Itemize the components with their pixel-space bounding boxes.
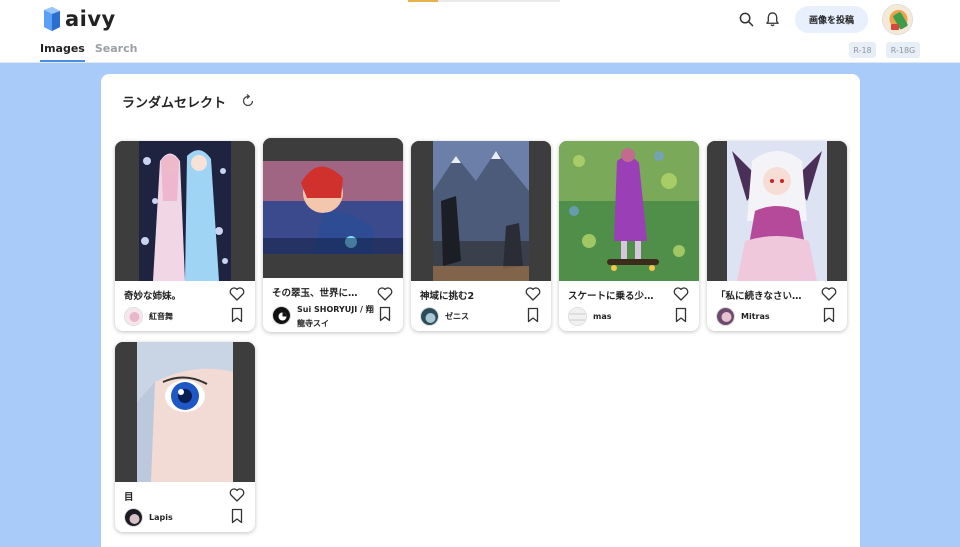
card-thumbnail[interactable] [263, 138, 403, 278]
author-name: 紅音舞 [149, 311, 173, 321]
search-icon[interactable] [736, 9, 756, 29]
card-thumbnail[interactable] [115, 342, 255, 482]
image-card[interactable]: 「私に続きなさい… Mitras [707, 141, 847, 331]
like-heart-icon[interactable] [229, 286, 245, 302]
image-card[interactable]: 目 Lapis [115, 342, 255, 532]
card-author[interactable]: Mitras [716, 306, 770, 326]
card-author[interactable]: Lapis [124, 507, 173, 527]
like-heart-icon[interactable] [821, 286, 837, 302]
card-title: その翠玉、世界に… [272, 288, 358, 299]
logo-cube-icon [40, 7, 62, 31]
tab-images[interactable]: Images [40, 42, 85, 62]
section-title: ランダムセレクト [122, 96, 227, 111]
author-name: ゼニス [445, 311, 469, 321]
author-avatar [124, 306, 143, 326]
image-card[interactable]: 奇妙な姉妹。 紅音舞 [115, 141, 255, 331]
author-avatar [716, 306, 735, 326]
card-thumbnail[interactable] [115, 141, 255, 281]
card-thumbnail[interactable] [707, 141, 847, 281]
author-name: Mitras [741, 311, 770, 321]
card-title: 「私に続きなさい… [716, 291, 802, 302]
top-header: aivy Images Search 画像を投稿 R-18 R-18G [0, 0, 960, 63]
refresh-icon[interactable] [241, 93, 255, 107]
card-title: 神域に挑む2 [420, 291, 475, 302]
bookmark-icon[interactable] [230, 307, 244, 323]
image-card[interactable]: 神域に挑む2 ゼニス [411, 141, 551, 331]
loading-progress-bar [408, 0, 560, 2]
bookmark-icon[interactable] [822, 307, 836, 323]
card-author[interactable]: 紅音舞 [124, 306, 173, 326]
card-title: 奇妙な姉妹。 [124, 291, 182, 302]
like-heart-icon[interactable] [673, 286, 689, 302]
image-card[interactable]: その翠玉、世界に… Sui SHORYUJI / 翔龍寺スイ [263, 138, 403, 332]
author-name: Sui SHORYUJI / 翔龍寺スイ [297, 305, 374, 328]
card-thumbnail[interactable] [559, 141, 699, 281]
card-author[interactable]: mas [568, 306, 612, 326]
app-logo[interactable]: aivy [40, 6, 116, 32]
like-heart-icon[interactable] [229, 487, 245, 503]
author-avatar [272, 306, 291, 325]
main-nav-tabs: Images Search [40, 42, 137, 62]
author-avatar [420, 306, 439, 326]
logo-text: aivy [65, 7, 116, 31]
card-thumbnail[interactable] [411, 141, 551, 281]
tab-search[interactable]: Search [95, 42, 138, 62]
author-name: mas [593, 311, 612, 321]
card-title: スケートに乗る少… [568, 291, 654, 302]
rating-r18g-badge[interactable]: R-18G [886, 42, 920, 58]
author-avatar [568, 306, 587, 326]
rating-r18-badge[interactable]: R-18 [849, 42, 876, 58]
user-avatar[interactable] [882, 4, 913, 35]
like-heart-icon[interactable] [377, 286, 393, 302]
card-author[interactable]: Sui SHORYUJI / 翔龍寺スイ [272, 303, 375, 331]
like-heart-icon[interactable] [525, 286, 541, 302]
author-avatar [124, 507, 143, 527]
bookmark-icon[interactable] [526, 307, 540, 323]
card-author[interactable]: ゼニス [420, 306, 469, 326]
author-name: Lapis [149, 512, 173, 522]
notification-bell-icon[interactable] [762, 9, 782, 29]
bookmark-icon[interactable] [230, 508, 244, 524]
image-card[interactable]: スケートに乗る少… mas [559, 141, 699, 331]
random-select-panel: ランダムセレクト 奇妙な姉妹。 紅音舞 その翠玉、世界に… Sui SHORYU… [101, 74, 860, 547]
post-image-button[interactable]: 画像を投稿 [795, 6, 868, 33]
card-title: 目 [124, 492, 134, 503]
bookmark-icon[interactable] [674, 307, 688, 323]
bookmark-icon[interactable] [378, 306, 392, 322]
loading-progress-fill [408, 0, 439, 2]
